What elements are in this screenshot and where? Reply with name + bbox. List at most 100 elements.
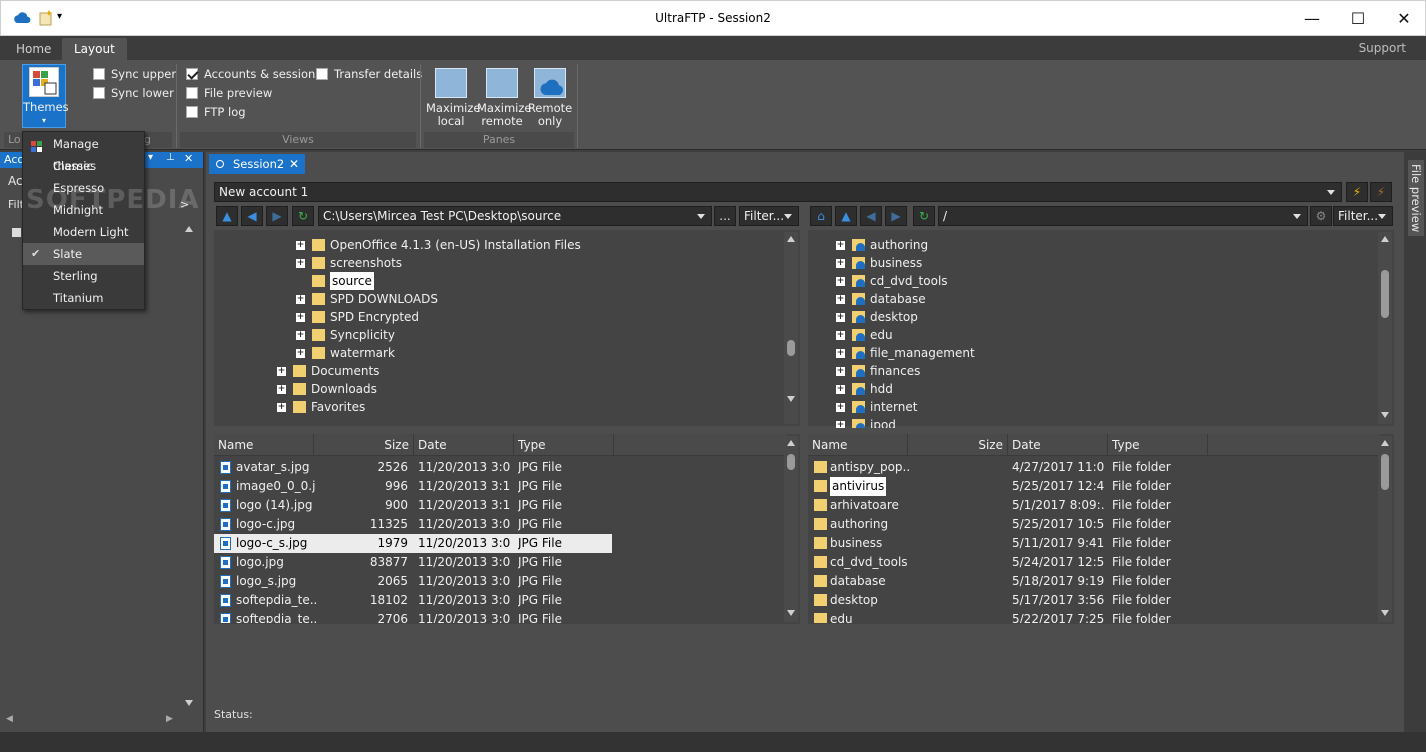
tree-node[interactable]: + screenshots bbox=[214, 254, 784, 272]
tree-node[interactable]: + Documents bbox=[214, 362, 784, 380]
menu-item-sterling[interactable]: Sterling bbox=[23, 265, 144, 287]
expand-icon[interactable]: + bbox=[836, 331, 845, 340]
tree-node[interactable]: + Favorites bbox=[214, 398, 784, 416]
expand-icon[interactable]: + bbox=[296, 259, 305, 268]
tree-node[interactable]: + desktop bbox=[808, 308, 1378, 326]
table-row[interactable]: database 5/18/2017 9:19... File folder bbox=[808, 572, 1378, 591]
col-size[interactable]: Size bbox=[908, 434, 1008, 456]
tree-node[interactable]: + file_management bbox=[808, 344, 1378, 362]
accounts-sessions-checkbox[interactable]: Accounts & sessions bbox=[186, 66, 321, 82]
minimize-button[interactable]: — bbox=[1289, 1, 1335, 35]
sync-lower-checkbox[interactable]: Sync lower bbox=[93, 85, 174, 101]
menu-item-titanium[interactable]: Titanium bbox=[23, 287, 144, 309]
table-row[interactable]: softepdia_te... 18102 11/20/2013 3:0... JPG… bbox=[214, 591, 784, 610]
col-type[interactable]: Type bbox=[1108, 434, 1208, 456]
table-row[interactable]: cd_dvd_tools 5/24/2017 12:5... File folder bbox=[808, 553, 1378, 572]
table-row[interactable]: logo_s.jpg 2065 11/20/2013 3:0... JPG File bbox=[214, 572, 784, 591]
transfer-details-checkbox[interactable]: Transfer details bbox=[316, 66, 422, 82]
themes-button[interactable]: Themes ▾ bbox=[22, 64, 69, 128]
panel-close-icon[interactable]: ✕ bbox=[184, 152, 193, 165]
local-home-icon[interactable]: ▲ bbox=[216, 206, 238, 226]
accounts-scrollbar[interactable] bbox=[182, 222, 196, 712]
tree-node[interactable]: + ipod bbox=[808, 416, 1378, 428]
expand-icon[interactable]: + bbox=[296, 331, 305, 340]
table-row[interactable]: image0_0_0.j... 996 11/20/2013 3:1... JPG F… bbox=[214, 477, 784, 496]
expand-icon[interactable]: + bbox=[836, 313, 845, 322]
expand-icon[interactable]: + bbox=[836, 385, 845, 394]
col-size[interactable]: Size bbox=[314, 434, 414, 456]
maximize-local-button[interactable]: Maximize local bbox=[426, 68, 480, 128]
scroll-right-arrow[interactable]: ▶ bbox=[166, 714, 173, 724]
panel-dropdown-icon[interactable]: ▾ bbox=[148, 152, 153, 163]
local-tree-scrollbar[interactable] bbox=[784, 232, 798, 424]
tree-node[interactable]: + cd_dvd_tools bbox=[808, 272, 1378, 290]
expand-icon[interactable]: + bbox=[836, 403, 845, 412]
ftp-log-checkbox[interactable]: FTP log bbox=[186, 104, 246, 120]
expand-icon[interactable]: + bbox=[277, 385, 286, 394]
tree-node[interactable]: + hdd bbox=[808, 380, 1378, 398]
table-row[interactable]: edu 5/22/2017 7:25... File folder bbox=[808, 610, 1378, 623]
tree-node[interactable]: + finances bbox=[808, 362, 1378, 380]
local-list-scrollbar[interactable] bbox=[784, 436, 798, 622]
col-date[interactable]: Date bbox=[1008, 434, 1108, 456]
table-row[interactable]: logo-c.jpg 11325 11/20/2013 3:0... JPG File bbox=[214, 515, 784, 534]
scroll-left-arrow[interactable]: ◀ bbox=[6, 714, 13, 724]
menu-item-manage-themes[interactable]: Manage themes bbox=[23, 133, 144, 173]
expand-icon[interactable]: + bbox=[836, 241, 845, 250]
col-type[interactable]: Type bbox=[514, 434, 614, 456]
tree-expand-icon[interactable] bbox=[12, 228, 21, 237]
tree-node[interactable]: + edu bbox=[808, 326, 1378, 344]
local-path-input[interactable]: C:\Users\Mircea Test PC\Desktop\source bbox=[318, 206, 712, 226]
local-back-icon[interactable]: ◀ bbox=[241, 206, 263, 226]
tree-node[interactable]: + database bbox=[808, 290, 1378, 308]
table-row[interactable]: authoring 5/25/2017 10:5... File folder bbox=[808, 515, 1378, 534]
col-name[interactable]: Name bbox=[808, 434, 908, 456]
support-link[interactable]: Support bbox=[1359, 41, 1406, 55]
remote-path-input[interactable]: / bbox=[938, 206, 1308, 226]
close-tab-icon[interactable]: ✕ bbox=[289, 154, 299, 174]
expand-icon[interactable]: + bbox=[277, 403, 286, 412]
file-preview-tab[interactable]: File preview bbox=[1408, 160, 1424, 237]
tree-node[interactable]: + Syncplicity bbox=[214, 326, 784, 344]
close-button[interactable]: ✕ bbox=[1381, 1, 1426, 35]
disconnect-icon[interactable]: ⚡ bbox=[1370, 182, 1392, 202]
remote-up-icon[interactable]: ▲ bbox=[835, 206, 857, 226]
local-forward-icon[interactable]: ▶ bbox=[266, 206, 288, 226]
menu-item-classic[interactable]: Classic bbox=[23, 155, 144, 177]
expand-icon[interactable]: + bbox=[296, 295, 305, 304]
maximize-remote-button[interactable]: Maximize remote bbox=[477, 68, 531, 128]
expand-icon[interactable]: + bbox=[296, 313, 305, 322]
tree-node[interactable]: + OpenOffice 4.1.3 (en-US) Installation F… bbox=[214, 236, 784, 254]
expand-icon[interactable]: + bbox=[836, 277, 845, 286]
menu-item-slate[interactable]: ✔ Slate bbox=[23, 243, 144, 265]
table-row[interactable]: logo.jpg 83877 11/20/2013 3:0... JPG File bbox=[214, 553, 784, 572]
remote-home-icon[interactable]: ⌂ bbox=[810, 206, 832, 226]
tree-node[interactable]: + authoring bbox=[808, 236, 1378, 254]
menu-item-modern-light[interactable]: Modern Light bbox=[23, 221, 144, 243]
account-select[interactable]: New account 1 bbox=[214, 182, 1342, 202]
maximize-button[interactable]: ☐ bbox=[1335, 1, 1381, 35]
remote-list-scrollbar[interactable] bbox=[1378, 436, 1392, 622]
remote-refresh-icon[interactable]: ↻ bbox=[913, 206, 935, 226]
table-row[interactable]: softepdia_te... 2706 11/20/2013 3:0... JPG … bbox=[214, 610, 784, 623]
tree-node[interactable]: + Downloads bbox=[214, 380, 784, 398]
remote-tree-scrollbar[interactable] bbox=[1378, 232, 1392, 424]
table-row[interactable]: business 5/11/2017 9:41... File folder bbox=[808, 534, 1378, 553]
tab-home[interactable]: Home bbox=[4, 38, 63, 60]
tab-session2[interactable]: Session2 ✕ bbox=[209, 154, 305, 174]
local-refresh-icon[interactable]: ↻ bbox=[292, 206, 314, 226]
tree-node[interactable]: source bbox=[214, 272, 784, 290]
remote-back-icon[interactable]: ◀ bbox=[860, 206, 882, 226]
expand-icon[interactable]: + bbox=[836, 421, 845, 428]
expand-icon[interactable]: + bbox=[836, 349, 845, 358]
table-row[interactable]: avatar_s.jpg 2526 11/20/2013 3:0... JPG Fil… bbox=[214, 458, 784, 477]
remote-only-button[interactable]: Remote only bbox=[527, 68, 573, 128]
pin-icon[interactable]: ⊥ bbox=[166, 152, 175, 163]
sync-upper-checkbox[interactable]: Sync upper bbox=[93, 66, 176, 82]
expand-icon[interactable]: + bbox=[277, 367, 286, 376]
local-browse-button[interactable]: ... bbox=[714, 206, 736, 226]
expand-icon[interactable]: + bbox=[836, 259, 845, 268]
table-row[interactable]: antispy_pop... 4/27/2017 11:0... File fold… bbox=[808, 458, 1378, 477]
expand-icon[interactable]: + bbox=[296, 241, 305, 250]
expand-icon[interactable]: + bbox=[836, 295, 845, 304]
